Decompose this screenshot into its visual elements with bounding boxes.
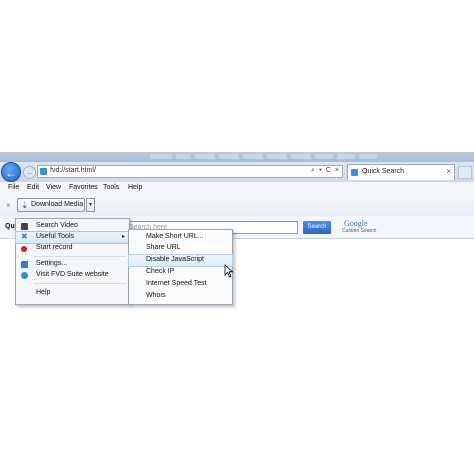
menu-item-label: Settings... [36, 260, 68, 267]
menu-help[interactable]: Help [128, 184, 142, 191]
record-icon [21, 246, 27, 252]
menu-item-settings[interactable]: Settings... [16, 259, 129, 270]
menu-separator [34, 256, 126, 257]
menu-item-help[interactable]: Help [16, 288, 129, 299]
submenu-item-label: Share URL [146, 244, 181, 251]
submenu-arrow-icon: ▸ [121, 234, 125, 240]
titlebar-item [150, 154, 172, 159]
submenu-item-disable-javascript[interactable]: Disable JavaScript [128, 254, 233, 267]
search-button[interactable]: Search [303, 221, 331, 234]
title-bar [0, 152, 474, 162]
forward-button[interactable]: → [23, 166, 36, 179]
google-custom-search-label: Custom Search [342, 228, 377, 234]
download-arrow-icon: ⇣ [21, 200, 29, 210]
menu-item-label: Search Video [36, 222, 78, 229]
menu-favorites[interactable]: Favorites [69, 184, 98, 191]
settings-icon [21, 261, 28, 268]
titlebar-item [219, 154, 239, 159]
page-icon [40, 168, 47, 175]
menu-item-search-video[interactable]: Search Video [16, 221, 129, 232]
menu-item-label: Start record [36, 244, 73, 251]
address-url[interactable]: fvd://start.html/ [50, 167, 96, 174]
submenu-item-label: Check IP [146, 268, 175, 275]
titlebar-item [291, 154, 311, 159]
globe-icon [21, 272, 28, 279]
titlebar-item [359, 154, 377, 159]
titlebar-item [176, 154, 190, 159]
tools-icon: ✖ [21, 232, 28, 241]
menu-item-label: Visit FVD Suite website [36, 271, 109, 278]
address-bar[interactable]: fvd://start.html/ ⌕ ▾ C × [37, 165, 343, 178]
google-logo: Google [344, 219, 368, 228]
download-dropdown-button[interactable]: ▾ [86, 198, 95, 212]
address-controls-icon[interactable]: ⌕ ▾ C × [311, 167, 340, 175]
menu-item-useful-tools[interactable]: ✖ Useful Tools ▸ [15, 231, 130, 244]
menu-separator [34, 283, 126, 284]
tab-title: Quick Search [362, 168, 405, 175]
fvd-toolbar: × ⇣ Download Media ▾ [0, 194, 474, 217]
titlebar-item [315, 154, 333, 159]
submenu-item-label: Disable JavaScript [146, 256, 204, 263]
menu-file[interactable]: File [8, 184, 19, 191]
submenu-item-label: Internet Speed Test [146, 280, 207, 287]
submenu-item-label: Whois [146, 292, 166, 299]
film-icon [21, 223, 28, 230]
search-strip-label: Qu [5, 223, 15, 230]
tab-favicon-icon [351, 169, 358, 176]
menu-item-label: Help [36, 289, 51, 296]
titlebar-item [267, 154, 287, 159]
submenu-item-whois[interactable]: Whois [129, 291, 232, 302]
submenu-item-check-ip[interactable]: Check IP [129, 267, 232, 278]
menu-view[interactable]: View [46, 184, 61, 191]
useful-tools-submenu: Make Short URL... Share URL Disable Java… [128, 229, 233, 305]
titlebar-item [243, 154, 263, 159]
tab-quick-search[interactable]: Quick Search × [347, 164, 455, 180]
menu-tools[interactable]: Tools [103, 184, 119, 191]
download-media-button[interactable]: ⇣ Download Media [17, 198, 85, 212]
new-tab-button[interactable] [458, 166, 472, 179]
tab-close-icon[interactable]: × [446, 167, 451, 176]
menu-edit[interactable]: Edit [27, 184, 39, 191]
mouse-cursor-icon [224, 264, 234, 278]
download-media-label: Download Media [31, 201, 84, 208]
menu-item-start-record[interactable]: Start record [16, 243, 129, 254]
titlebar-item [195, 154, 215, 159]
menu-item-visit-fvd[interactable]: Visit FVD Suite website [16, 270, 129, 281]
menu-item-label: Useful Tools [36, 233, 75, 240]
back-button[interactable]: ← [1, 162, 21, 182]
submenu-item-speed-test[interactable]: Internet Speed Test [129, 279, 232, 290]
titlebar-item [337, 154, 355, 159]
toolbar-close-icon[interactable]: × [6, 201, 11, 210]
download-media-menu: Search Video ✖ Useful Tools ▸ Start reco… [15, 218, 130, 305]
submenu-item-make-short-url[interactable]: Make Short URL... [129, 232, 232, 243]
submenu-item-label: Make Short URL... [146, 233, 204, 240]
submenu-item-share-url[interactable]: Share URL [129, 243, 232, 254]
